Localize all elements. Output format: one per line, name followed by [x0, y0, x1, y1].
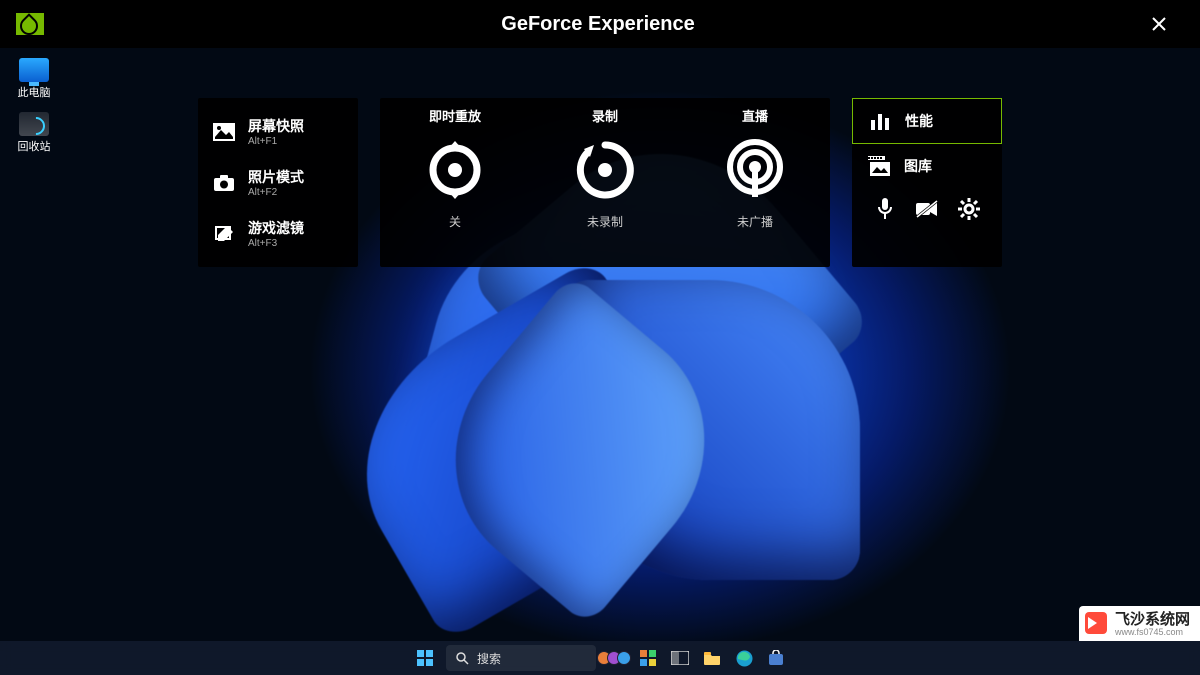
item-shortcut: Alt+F2: [248, 187, 304, 198]
col-title: 录制: [592, 106, 618, 125]
image-icon: [212, 122, 236, 142]
store-icon: [768, 650, 784, 666]
pencil-frame-icon: [212, 224, 236, 244]
gallery-icon: [868, 156, 890, 176]
colored-squares-icon: [640, 650, 656, 666]
game-filter-button[interactable]: 游戏滤镜 Alt+F3: [198, 208, 358, 259]
instant-replay-icon: [420, 135, 490, 205]
desktop-icon-this-pc[interactable]: 此电脑: [10, 58, 58, 100]
record-button[interactable]: 录制 未录制: [530, 106, 680, 253]
broadcast-button[interactable]: 直播 未广播: [680, 106, 830, 253]
screenshot-button[interactable]: 屏幕快照 Alt+F1: [198, 106, 358, 157]
col-status: 未广播: [737, 213, 773, 230]
people-icon: [601, 651, 631, 665]
camera-off-button[interactable]: [914, 198, 940, 220]
performance-button[interactable]: 性能: [852, 98, 1002, 144]
button-label: 图库: [904, 156, 932, 176]
button-label: 性能: [905, 111, 933, 131]
taskbar-chat[interactable]: [604, 645, 628, 671]
close-button[interactable]: [1152, 17, 1200, 31]
start-button[interactable]: [412, 645, 438, 671]
item-label: 屏幕快照: [248, 116, 304, 136]
gallery-button[interactable]: 图库: [852, 144, 1002, 188]
monitor-icon: [19, 58, 49, 82]
overlay-title-bar: GeForce Experience: [0, 0, 1200, 48]
instant-replay-button[interactable]: 即时重放 关: [380, 106, 530, 253]
watermark-logo-icon: [1085, 612, 1107, 634]
camera-off-icon: [915, 200, 939, 218]
gear-icon: [958, 198, 980, 220]
taskbar-store[interactable]: [764, 645, 788, 671]
taskbar-app-1[interactable]: [636, 645, 660, 671]
broadcast-icon: [720, 135, 790, 205]
col-status: 未录制: [587, 213, 623, 230]
side-panel: 性能 图库: [852, 98, 1002, 267]
folder-icon: [703, 651, 721, 665]
nvidia-logo-icon: [16, 13, 44, 35]
photo-mode-button[interactable]: 照片模式 Alt+F2: [198, 157, 358, 208]
close-icon: [1152, 17, 1166, 31]
task-view-icon: [671, 651, 689, 665]
col-title: 即时重放: [429, 106, 481, 125]
edge-icon: [736, 650, 753, 667]
taskbar: 搜索: [0, 641, 1200, 675]
item-label: 照片模式: [248, 167, 304, 187]
taskbar-edge[interactable]: [732, 645, 756, 671]
microphone-button[interactable]: [872, 198, 898, 220]
item-shortcut: Alt+F3: [248, 238, 304, 249]
bar-chart-icon: [869, 112, 891, 130]
taskbar-search[interactable]: 搜索: [446, 645, 596, 671]
overlay-title: GeForce Experience: [44, 13, 1152, 36]
recording-panel: 即时重放 关 录制 未录制 直播 未广播: [380, 98, 830, 267]
item-label: 游戏滤镜: [248, 218, 304, 238]
search-placeholder: 搜索: [477, 650, 501, 667]
capture-tools-panel: 屏幕快照 Alt+F1 照片模式 Alt+F2 游戏滤镜 Alt+F3: [198, 98, 358, 267]
microphone-icon: [877, 198, 893, 220]
col-title: 直播: [742, 106, 768, 125]
taskbar-explorer[interactable]: [700, 645, 724, 671]
item-shortcut: Alt+F1: [248, 136, 304, 147]
windows-logo-icon: [417, 650, 433, 666]
col-status: 关: [449, 213, 461, 230]
taskbar-task-view[interactable]: [668, 645, 692, 671]
watermark: 飞沙系统网 www.fs0745.com: [1079, 606, 1200, 641]
record-icon: [570, 135, 640, 205]
settings-button[interactable]: [956, 198, 982, 220]
search-icon: [456, 652, 469, 665]
watermark-name: 飞沙系统网: [1115, 612, 1190, 627]
watermark-url: www.fs0745.com: [1115, 627, 1190, 637]
camera-icon: [212, 173, 236, 193]
